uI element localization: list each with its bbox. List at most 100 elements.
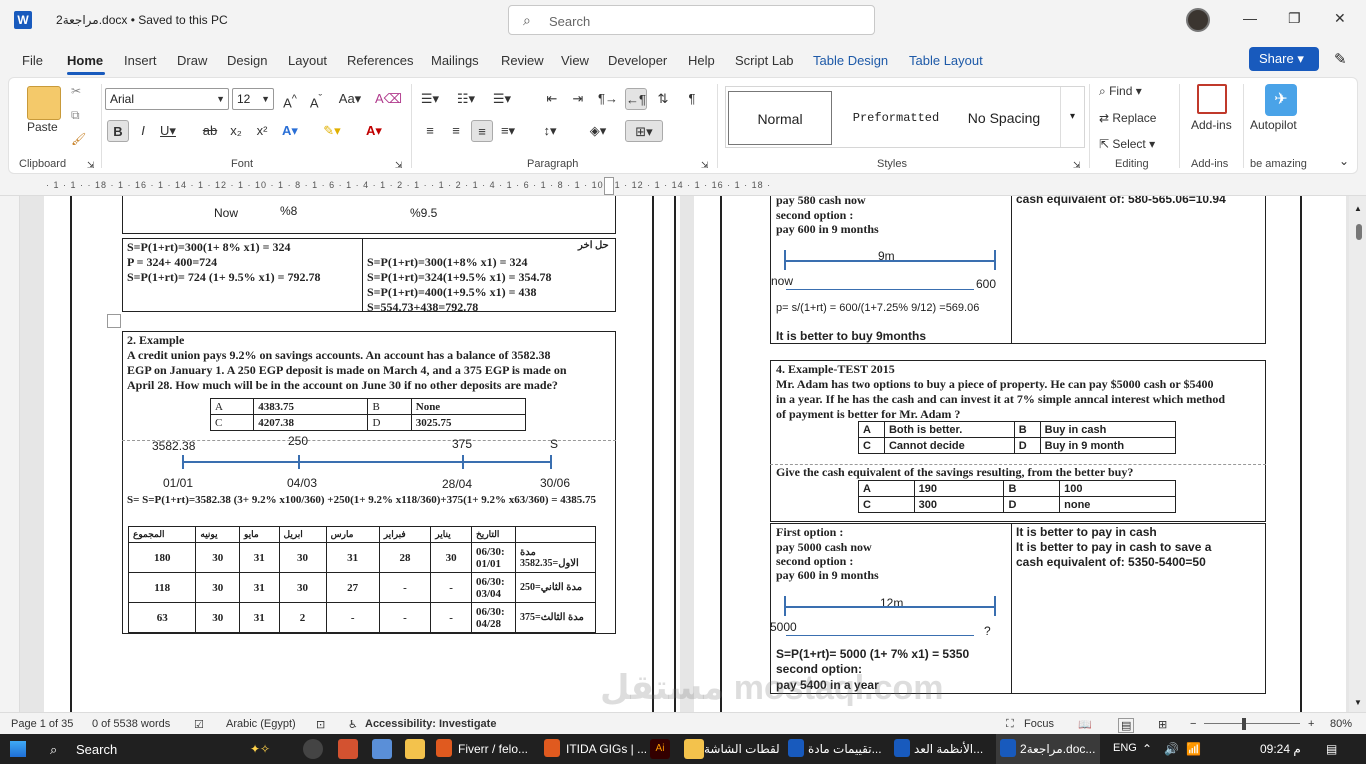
- bullets-icon[interactable]: ☰▾: [419, 88, 441, 110]
- tab-review[interactable]: Review: [501, 53, 544, 68]
- file-explorer-icon[interactable]: [405, 739, 425, 759]
- tab-references[interactable]: References: [347, 53, 413, 68]
- input-language[interactable]: ENG: [1113, 742, 1137, 754]
- clear-format-icon[interactable]: A⌫: [375, 88, 402, 110]
- font-color-icon[interactable]: A▾: [363, 120, 385, 142]
- zoom-thumb[interactable]: [1242, 718, 1246, 730]
- addins-button[interactable]: Add-ins: [1191, 118, 1232, 132]
- scroll-up-icon[interactable]: ▲: [1354, 204, 1362, 213]
- zoom-out-icon[interactable]: −: [1190, 718, 1196, 730]
- numbering-icon[interactable]: ☷▾: [455, 88, 477, 110]
- highlight-icon[interactable]: ✎▾: [321, 120, 343, 142]
- pen-icon[interactable]: ✎: [1334, 50, 1347, 68]
- zoom-slider[interactable]: [1204, 723, 1300, 724]
- shading-icon[interactable]: ◈▾: [587, 120, 609, 142]
- autopilot-icon[interactable]: ✈: [1265, 84, 1297, 116]
- taskbar-word-2[interactable]: الأنظمة العد...: [914, 742, 983, 756]
- restore-icon[interactable]: ❐: [1288, 10, 1301, 27]
- superscript-button[interactable]: x²: [251, 120, 273, 142]
- minimize-icon[interactable]: —: [1243, 10, 1257, 26]
- taskbar-word-1[interactable]: تقييمات مادة...: [808, 742, 882, 756]
- tray-chevron-icon[interactable]: ⌃: [1142, 742, 1152, 756]
- dialog-launcher-icon[interactable]: ⇲: [395, 160, 403, 171]
- copy-icon[interactable]: ⧉: [71, 108, 80, 123]
- text-effects-icon[interactable]: A▾: [279, 120, 301, 142]
- user-avatar[interactable]: [1186, 8, 1210, 32]
- grow-font-icon[interactable]: A^: [279, 88, 301, 110]
- subscript-button[interactable]: x₂: [225, 120, 247, 142]
- font-name-combo[interactable]: Arial ▼: [105, 88, 229, 110]
- underline-button[interactable]: U▾: [157, 120, 179, 142]
- align-center-icon[interactable]: ≡: [445, 120, 467, 142]
- select-button[interactable]: ⇱ Select ▾: [1099, 137, 1155, 151]
- style-normal[interactable]: Normal: [728, 91, 832, 145]
- zoom-in-icon[interactable]: +: [1308, 718, 1314, 730]
- clock[interactable]: 09:24 م: [1260, 742, 1301, 756]
- taskbar-word-3[interactable]: مراجعة2.doc...: [1020, 742, 1095, 756]
- shrink-font-icon[interactable]: Aˇ: [305, 88, 327, 110]
- tab-insert[interactable]: Insert: [124, 53, 157, 68]
- tab-draw[interactable]: Draw: [177, 53, 207, 68]
- paste-button[interactable]: Paste: [27, 120, 58, 134]
- increase-indent-icon[interactable]: ⇥: [567, 88, 589, 110]
- scroll-thumb[interactable]: [1356, 224, 1362, 240]
- cut-icon[interactable]: ✂: [71, 84, 81, 98]
- windows-start-icon[interactable]: [10, 741, 26, 757]
- bold-button[interactable]: B: [107, 120, 129, 142]
- scroll-down-icon[interactable]: ▼: [1354, 698, 1362, 707]
- decrease-indent-icon[interactable]: ⇤: [541, 88, 563, 110]
- horizontal-ruler[interactable]: · 1 · 1 · · 18 · 1 · 16 · 1 · 14 · 1 · 1…: [0, 176, 1366, 196]
- dialog-launcher-icon[interactable]: ⇲: [1073, 160, 1081, 171]
- read-mode-icon[interactable]: 📖: [1078, 718, 1092, 731]
- proofing-icon[interactable]: ☑: [194, 718, 204, 731]
- zoom-level[interactable]: 80%: [1330, 718, 1352, 730]
- notifications-icon[interactable]: ▤: [1326, 742, 1337, 756]
- replace-button[interactable]: ⇄ Replace: [1099, 111, 1156, 125]
- strikethrough-button[interactable]: ab: [199, 120, 221, 142]
- taskbar-fiverr[interactable]: Fiverr / felo...: [458, 742, 528, 756]
- tab-developer[interactable]: Developer: [608, 53, 667, 68]
- style-no-spacing[interactable]: No Spacing: [956, 91, 1052, 145]
- photos-icon[interactable]: [372, 739, 392, 759]
- find-button[interactable]: ⌕ Find ▾: [1099, 84, 1142, 99]
- borders-icon[interactable]: ⊞▾: [625, 120, 663, 142]
- styles-expand-icon[interactable]: ▾: [1060, 87, 1084, 147]
- dialog-launcher-icon[interactable]: ⇲: [87, 160, 95, 171]
- tab-home[interactable]: Home: [67, 53, 103, 68]
- share-button[interactable]: Share ▾: [1249, 47, 1319, 71]
- tab-script-lab[interactable]: Script Lab: [735, 53, 794, 68]
- italic-button[interactable]: I: [132, 120, 154, 142]
- search-box[interactable]: ⌕ Search: [508, 5, 875, 35]
- paste-icon[interactable]: [27, 86, 61, 120]
- font-size-combo[interactable]: 12 ▼: [232, 88, 274, 110]
- autopilot-button[interactable]: Autopilot: [1250, 118, 1297, 132]
- line-spacing-icon[interactable]: ↕▾: [539, 120, 561, 142]
- addins-icon[interactable]: [1197, 84, 1227, 114]
- word-count[interactable]: 0 of 5538 words: [92, 718, 170, 730]
- macro-icon[interactable]: ⊡: [316, 718, 325, 731]
- powerpoint-icon[interactable]: [338, 739, 358, 759]
- ltr-icon[interactable]: ¶→: [597, 88, 619, 110]
- accessibility-status[interactable]: Accessibility: Investigate: [365, 718, 496, 730]
- style-preformatted[interactable]: Preformatted: [838, 91, 954, 145]
- tab-help[interactable]: Help: [688, 53, 715, 68]
- tab-mailings[interactable]: Mailings: [431, 53, 479, 68]
- rtl-icon[interactable]: ←¶: [625, 88, 647, 110]
- focus-mode[interactable]: Focus: [1024, 718, 1054, 730]
- taskbar-screenshots[interactable]: لقطات الشاشة: [704, 742, 780, 756]
- volume-icon[interactable]: 🔊: [1164, 742, 1179, 756]
- tab-design[interactable]: Design: [227, 53, 267, 68]
- tab-view[interactable]: View: [561, 53, 589, 68]
- taskbar-itida[interactable]: ITIDA GIGs | ...: [566, 742, 647, 756]
- close-icon[interactable]: ✕: [1334, 10, 1346, 27]
- tab-file[interactable]: File: [22, 53, 43, 68]
- media-icon[interactable]: [303, 739, 323, 759]
- align-left-icon[interactable]: ≡: [419, 120, 441, 142]
- page-count[interactable]: Page 1 of 35: [11, 718, 73, 730]
- justify-icon[interactable]: ≡▾: [497, 120, 519, 142]
- tab-table-layout[interactable]: Table Layout: [909, 53, 983, 68]
- tab-layout[interactable]: Layout: [288, 53, 327, 68]
- multilevel-list-icon[interactable]: ☰▾: [491, 88, 513, 110]
- change-case-icon[interactable]: Aa▾: [335, 88, 365, 110]
- collapse-ribbon-icon[interactable]: ⌄: [1339, 154, 1349, 168]
